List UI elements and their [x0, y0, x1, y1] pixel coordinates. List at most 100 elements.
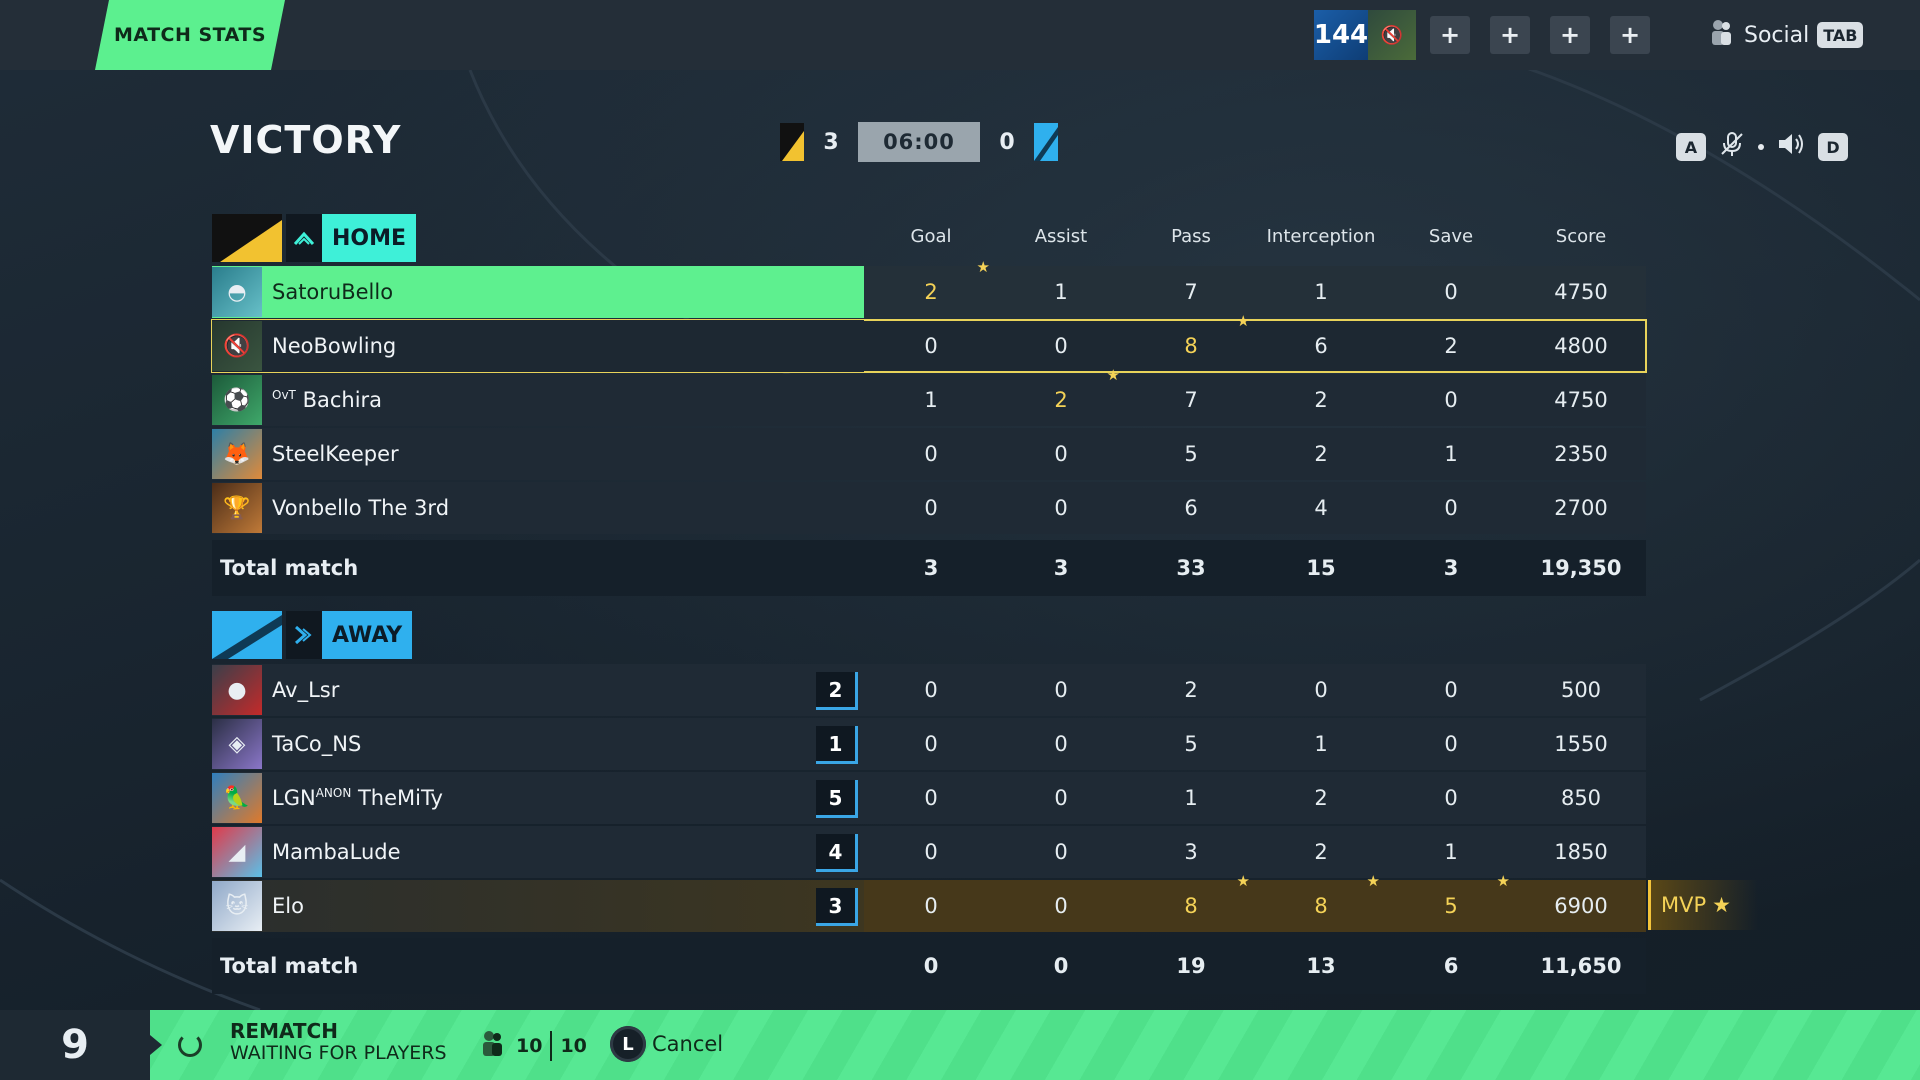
best-stat-star-icon: ★	[976, 258, 990, 276]
avatar-moon: ◓	[212, 267, 262, 317]
scoreboard: 3 06:00 0	[780, 122, 1058, 162]
key-d-hint[interactable]: D	[1818, 133, 1848, 161]
player-stats: 0 0 1 2 0 850	[864, 772, 1646, 824]
mvp-badge: MVP ★	[1648, 880, 1758, 930]
player-stats: 0 0 8 ★ 6 2 4800	[864, 312, 1646, 372]
player-name-cell: ⚽ OvT Bachira	[212, 374, 864, 426]
rematch-title: REMATCH	[230, 1019, 338, 1043]
total-goal: 0	[923, 954, 939, 978]
stat-score: 4800	[1554, 334, 1608, 358]
level-number: 144	[1314, 10, 1368, 60]
away-score: 0	[999, 129, 1015, 155]
stat-interception: 1	[1314, 280, 1328, 304]
stat-assist: 0	[1054, 894, 1068, 918]
away-team-label: AWAY	[322, 611, 413, 659]
player-name-text: MambaLude	[272, 840, 401, 864]
column-header-interception: Interception	[1266, 226, 1376, 247]
player-row[interactable]: ⚽ OvT Bachira 1 2 ★ 7 2 0 4750	[212, 366, 1646, 426]
player-name-text: Bachira	[302, 388, 383, 412]
best-stat-star-icon: ★	[1236, 872, 1250, 890]
avatar-muted: 🔇	[212, 321, 262, 371]
player-row[interactable]: ◓ SatoruBello 2 ★ 1 7 1 0 4750	[212, 258, 1646, 318]
column-header-score: Score	[1555, 226, 1607, 247]
total-interception: 13	[1306, 954, 1336, 978]
stat-interception: 8 ★	[1314, 872, 1380, 918]
player-row[interactable]: 🔇 NeoBowling 0 0 8 ★ 6 2 4800	[211, 312, 1647, 373]
player-stats: 0 0 8 ★ 8 ★ 5 ★ 6900	[864, 872, 1646, 932]
stat-interception: 0	[1314, 678, 1328, 702]
player-row[interactable]: ● Av_Lsr 2 0 0 2 0 0 500	[212, 664, 1646, 716]
star-icon: ★	[1712, 893, 1731, 917]
audio-controls: A D	[1676, 130, 1848, 164]
stat-save: 0	[1444, 786, 1458, 810]
player-name: TaCo_NS	[272, 732, 361, 756]
stat-score: 850	[1560, 786, 1602, 810]
column-header-save: Save	[1428, 226, 1474, 247]
social-label: Social	[1744, 22, 1810, 48]
player-rank-badge: 5	[816, 780, 858, 818]
key-a-hint[interactable]: A	[1676, 133, 1706, 161]
top-bar: MATCH STATS 144 🔇 + + + + Social TAB	[0, 0, 1920, 70]
player-row[interactable]: ◢ MambaLude 4 0 0 3 2 1 1850	[212, 826, 1646, 878]
team-total-label: Total match	[220, 954, 359, 978]
player-name-text: NeoBowling	[272, 334, 397, 358]
player-row[interactable]: 🏆 Vonbello The 3rd 0 0 6 4 0 2700	[212, 482, 1646, 534]
stat-pass: 1	[1184, 786, 1198, 810]
stat-interception: 4	[1314, 496, 1328, 520]
avatar-soccer-ball: ⚽	[212, 375, 262, 425]
cancel-rematch-button[interactable]: L Cancel	[610, 1026, 723, 1062]
stat-interception: 2	[1314, 442, 1328, 466]
player-stats: 0 0 5 1 0 1550	[864, 718, 1646, 770]
stats-column-headers: Goal Assist Pass Interception Save Score	[866, 226, 1646, 247]
muted-speaker-icon: 🔇	[1368, 10, 1416, 60]
team-total-stats: 3 3 33 15 3 19,350	[864, 540, 1646, 596]
total-score: 11,650	[1540, 954, 1622, 978]
stat-assist: 0	[1054, 442, 1068, 466]
total-score: 19,350	[1540, 556, 1622, 580]
player-clan-tag: LGNANON	[272, 786, 352, 810]
avatar-trophy: 🏆	[212, 483, 262, 533]
mic-muted-icon[interactable]	[1718, 130, 1746, 164]
match-timer: 06:00	[858, 122, 980, 162]
separator-dot-icon	[1756, 142, 1766, 152]
away-team-logo-icon	[286, 611, 322, 659]
player-level-badge[interactable]: 144 🔇	[1314, 10, 1416, 60]
best-stat-star-icon: ★	[1106, 366, 1120, 384]
avatar-fox: 🦊	[212, 429, 262, 479]
avatar-cat: 🐱	[212, 881, 262, 931]
tab-match-stats[interactable]: MATCH STATS	[95, 0, 285, 70]
social-button[interactable]: Social TAB	[1706, 18, 1864, 52]
player-row[interactable]: 🐱 Elo 3 0 0 8 ★ 8 ★ 5 ★ 6900	[212, 872, 1646, 932]
player-name-cell: 🦊 SteelKeeper	[212, 428, 864, 480]
player-rank-badge: 2	[816, 672, 858, 710]
stat-goal: 0	[924, 894, 938, 918]
total-save: 6	[1443, 954, 1459, 978]
column-header-pass: Pass	[1171, 226, 1211, 247]
player-name: NeoBowling	[272, 334, 396, 358]
player-row[interactable]: 🦜 LGNANON TheMiTy 5 0 0 1 2 0 850	[212, 772, 1646, 824]
stat-assist: 0	[1054, 678, 1068, 702]
player-name: MambaLude	[272, 840, 401, 864]
total-save: 3	[1443, 556, 1459, 580]
player-name-text: Av_Lsr	[272, 678, 340, 702]
party-slot-add-button-1[interactable]: +	[1430, 16, 1470, 54]
home-team-logo-icon	[286, 214, 322, 262]
player-row[interactable]: 🦊 SteelKeeper 0 0 5 2 1 2350	[212, 428, 1646, 480]
avatar-shark: ◢	[212, 827, 262, 877]
stat-interception: 2	[1314, 786, 1328, 810]
total-count: 10	[560, 1034, 587, 1057]
stat-assist: 0	[1054, 732, 1068, 756]
speaker-icon[interactable]	[1776, 130, 1806, 164]
party-slot-add-button-4[interactable]: +	[1610, 16, 1650, 54]
total-pass: 33	[1176, 556, 1206, 580]
party-slot-add-button-2[interactable]: +	[1490, 16, 1530, 54]
avatar-red-ball: ●	[212, 665, 262, 715]
home-team-flag	[212, 214, 282, 262]
player-stats: 1 2 ★ 7 2 0 4750	[864, 366, 1646, 426]
total-assist: 3	[1053, 556, 1069, 580]
player-name-text: SatoruBello	[272, 280, 394, 304]
player-name: Elo	[272, 894, 304, 918]
party-slot-add-button-3[interactable]: +	[1550, 16, 1590, 54]
player-row[interactable]: ◈ TaCo_NS 1 0 0 5 1 0 1550	[212, 718, 1646, 770]
stat-pass: 8 ★	[1184, 872, 1250, 918]
